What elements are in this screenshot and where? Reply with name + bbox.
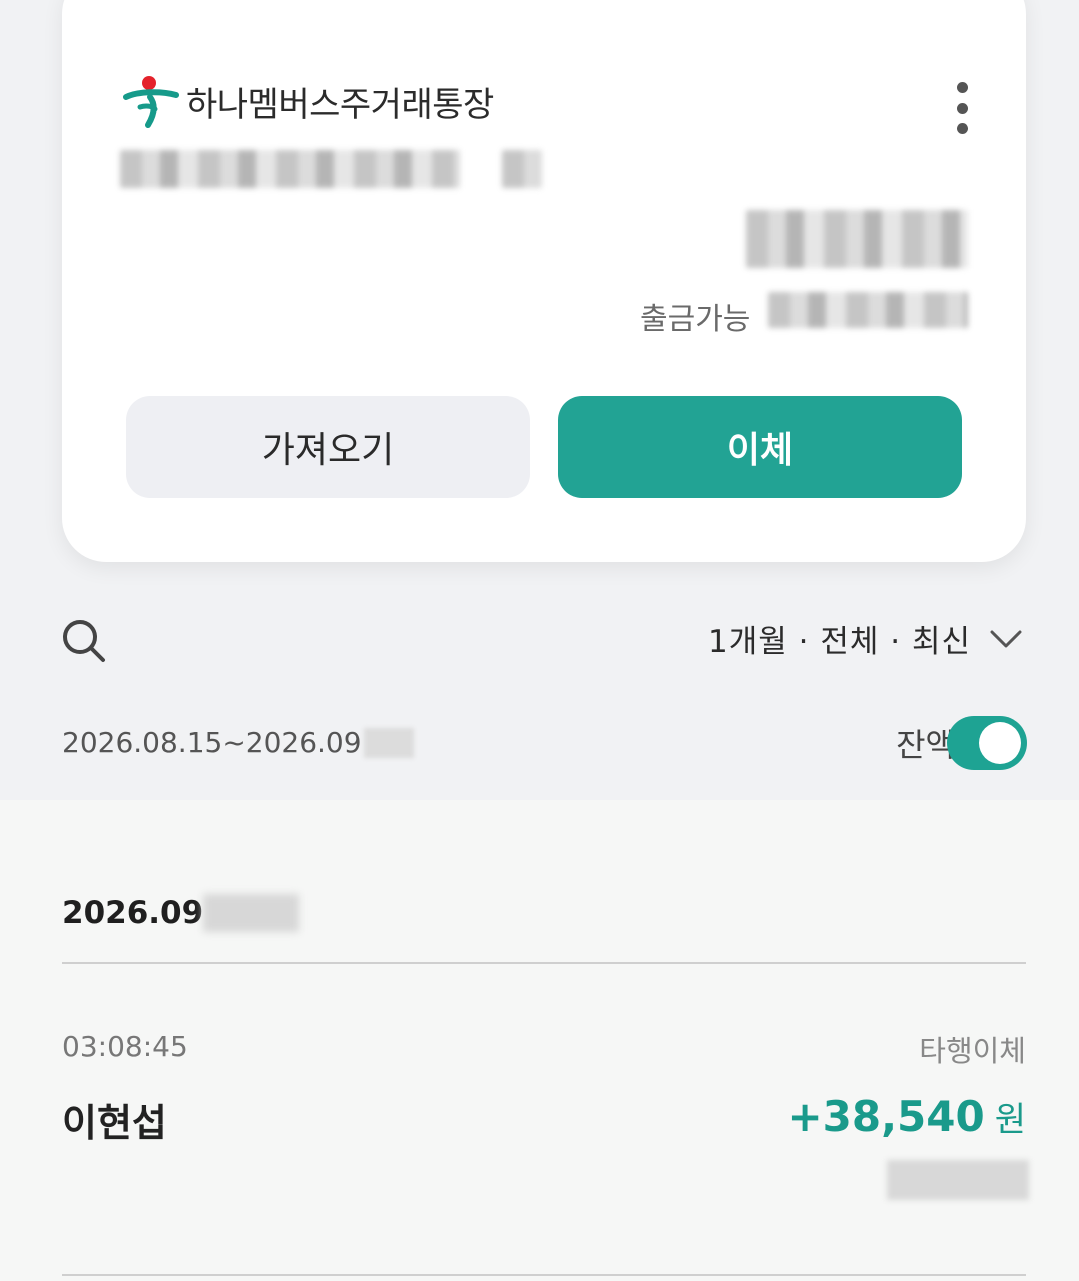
date-range-text: 2026.08.15~2026.09 <box>62 726 362 759</box>
date-header-redacted <box>203 894 300 932</box>
transaction-counterparty: 이현섭 <box>62 1101 167 1145</box>
transaction-row[interactable]: 03:08:45 타행이체 이현섭 +38,540 원 <box>0 1020 1079 1220</box>
transaction-amount: +38,540 원 <box>787 1092 1026 1141</box>
account-name: 하나멤버스주거래통장 <box>186 84 494 125</box>
transaction-type: 타행이체 <box>919 1034 1026 1068</box>
hana-logo-icon <box>123 76 179 128</box>
balance-toggle[interactable] <box>947 716 1027 770</box>
account-card: 하나멤버스주거래통장 출금가능 가져오기 이체 <box>62 0 1026 562</box>
transaction-time: 03:08:45 <box>62 1030 188 1063</box>
balance-redacted <box>746 210 968 268</box>
divider <box>62 962 1026 964</box>
transaction-balance-redacted <box>887 1160 1029 1200</box>
import-button[interactable]: 가져오기 <box>126 396 530 498</box>
withdrawable-amount-redacted <box>768 292 968 328</box>
transaction-list: 2026.09 03:08:45 타행이체 이현섭 +38,540 원 <box>0 800 1079 1281</box>
date-header-text: 2026.09 <box>62 895 204 931</box>
account-header: 하나멤버스주거래통장 <box>122 73 494 129</box>
amount-value: +38,540 <box>787 1092 985 1141</box>
toggle-knob <box>979 722 1021 764</box>
filter-label: 1개월 · 전체 · 최신 <box>708 624 971 660</box>
transaction-date-header: 2026.09 <box>62 894 300 932</box>
date-range: 2026.08.15~2026.09 <box>62 726 414 759</box>
date-range-redacted <box>363 727 414 758</box>
more-vertical-icon[interactable] <box>952 82 972 134</box>
withdrawable-label: 출금가능 <box>640 302 751 337</box>
filter-dropdown[interactable]: 1개월 · 전체 · 최신 <box>708 616 1023 661</box>
transfer-button[interactable]: 이체 <box>558 396 962 498</box>
account-number-redacted <box>120 150 460 188</box>
amount-unit: 원 <box>994 1100 1026 1140</box>
divider <box>62 1274 1026 1276</box>
account-number-redacted-2 <box>502 150 542 188</box>
search-icon[interactable] <box>60 618 108 664</box>
chevron-down-icon <box>990 630 1022 647</box>
